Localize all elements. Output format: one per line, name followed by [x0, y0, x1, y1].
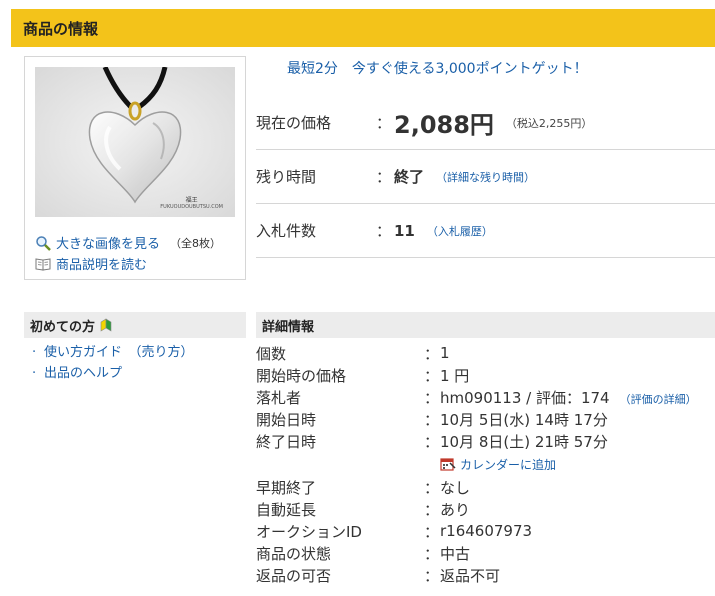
- add-to-calendar-link[interactable]: カレンダーに追加: [460, 456, 556, 473]
- colon: ：: [424, 522, 440, 541]
- detail-key: 開始日時: [256, 410, 317, 429]
- detail-value: 中古: [440, 544, 471, 563]
- bullet: ·: [32, 366, 37, 381]
- beginner-mark-icon: [100, 318, 112, 332]
- bid-count-row: 入札件数 ： 11 （入札履歴）: [256, 204, 715, 258]
- product-image[interactable]: 福王 FUKUOUDOUBUTSU.COM: [35, 65, 235, 217]
- winner-text[interactable]: hm090113 / 評価：174: [440, 389, 610, 407]
- detail-key: 開始時の価格: [256, 366, 347, 385]
- detail-header: 詳細情報: [256, 312, 715, 338]
- table-row: 開始日時 ： 10月 5日(水) 14時 17分: [256, 408, 715, 430]
- detail-value: 10月 5日(水) 14時 17分: [440, 410, 608, 429]
- detail-value: hm090113 / 評価：174 （評価の詳細）: [440, 387, 697, 408]
- detail-key: 早期終了: [256, 478, 317, 497]
- colon: ：: [376, 222, 392, 240]
- time-left-label: 残り時間: [256, 168, 317, 186]
- colon: ：: [424, 410, 440, 429]
- beginner-header: 初めての方: [24, 312, 246, 338]
- current-price-value: 2,088円: [394, 111, 494, 139]
- calendar-add-icon: [440, 458, 456, 471]
- table-row: オークションID ： r164607973: [256, 520, 715, 542]
- table-row: 自動延長 ： あり: [256, 498, 715, 520]
- promo-part2: 今すぐ使える3,000ポイントゲット！: [351, 61, 588, 77]
- colon: ：: [424, 432, 440, 451]
- large-image-link[interactable]: 大きな画像を見る: [56, 233, 160, 252]
- time-left-value: 終了: [394, 168, 425, 186]
- table-row: 早期終了 ： なし: [256, 476, 715, 498]
- detail-key: 自動延長: [256, 500, 317, 519]
- bid-history-link[interactable]: （入札履歴）: [427, 223, 493, 239]
- colon: ：: [424, 366, 440, 385]
- detail-value: 1 円: [440, 366, 470, 385]
- bid-count-value: 11: [394, 221, 415, 240]
- table-row: 返品の可否 ： 返品不可: [256, 564, 715, 586]
- colon: ：: [424, 566, 440, 585]
- colon: ：: [424, 544, 440, 563]
- colon: ：: [424, 500, 440, 519]
- bullet: ·: [32, 345, 37, 360]
- detail-key: 個数: [256, 344, 287, 363]
- detail-title: 詳細情報: [262, 319, 315, 335]
- list-item: · 出品のヘルプ: [32, 363, 194, 384]
- section-title: 商品の情報: [23, 19, 99, 38]
- detail-value: 10月 8日(土) 21時 57分: [440, 432, 608, 451]
- guide-link[interactable]: 使い方ガイド （売り方）: [44, 342, 194, 363]
- colon: ：: [376, 168, 392, 186]
- time-detail-link[interactable]: （詳細な残り時間）: [436, 169, 535, 185]
- description-link[interactable]: 商品説明を読む: [56, 254, 147, 273]
- promo-part1: 最短2分: [287, 61, 338, 77]
- image-count: （全8枚）: [170, 236, 222, 250]
- time-left-row: 残り時間 ： 終了 （詳細な残り時間）: [256, 150, 715, 204]
- table-row: 開始時の価格 ： 1 円: [256, 364, 715, 386]
- points-promo[interactable]: 最短2分 今すぐ使える3,000ポイントゲット！: [287, 58, 588, 78]
- detail-value: 1: [440, 344, 450, 362]
- colon: ：: [376, 114, 392, 132]
- detail-key: 落札者: [256, 388, 302, 407]
- current-price-row: 現在の価格 ： 2,088円 （税込2,255円）: [256, 96, 715, 150]
- detail-key: 返品の可否: [256, 566, 332, 585]
- detail-value: なし: [440, 478, 471, 497]
- description-row: 商品説明を読む: [35, 254, 147, 273]
- detail-value: r164607973: [440, 522, 533, 540]
- detail-value: 返品不可: [440, 566, 501, 585]
- image-panel: 福王 FUKUOUDOUBUTSU.COM 大きな画像を見る （全8枚） 商品説…: [24, 56, 246, 280]
- list-item: · 使い方ガイド （売り方）: [32, 342, 194, 363]
- tax-included-price: （税込2,255円）: [505, 116, 593, 130]
- book-icon: [35, 257, 51, 271]
- listing-help-link[interactable]: 出品のヘルプ: [44, 363, 122, 384]
- table-row: 個数 ： 1: [256, 342, 715, 364]
- table-row: 落札者 ： hm090113 / 評価：174 （評価の詳細）: [256, 386, 715, 408]
- rating-detail-link[interactable]: （評価の詳細）: [620, 393, 697, 406]
- beginner-links: · 使い方ガイド （売り方） · 出品のヘルプ: [32, 342, 194, 384]
- image-watermark: 福王 FUKUOUDOUBUTSU.COM: [160, 197, 223, 211]
- table-row: 商品の状態 ： 中古: [256, 542, 715, 564]
- colon: ：: [424, 344, 440, 363]
- detail-key: 終了日時: [256, 432, 317, 451]
- detail-key: オークションID: [256, 522, 362, 541]
- table-row: 終了日時 ： 10月 8日(土) 21時 57分: [256, 430, 715, 452]
- colon: ：: [424, 388, 440, 407]
- current-price-label: 現在の価格: [256, 114, 332, 132]
- detail-value: あり: [440, 500, 471, 519]
- magnifier-icon: [36, 235, 51, 251]
- colon: ：: [424, 478, 440, 497]
- beginner-title: 初めての方: [30, 319, 96, 335]
- heart-pendant-image: [35, 65, 235, 217]
- calendar-row: カレンダーに追加: [256, 452, 715, 476]
- detail-key: 商品の状態: [256, 544, 332, 563]
- bid-count-label: 入札件数: [256, 222, 317, 240]
- detail-table: 個数 ： 1 開始時の価格 ： 1 円 落札者 ： hm090113 / 評価：…: [256, 342, 715, 586]
- section-header: 商品の情報: [11, 9, 715, 47]
- large-image-row: 大きな画像を見る （全8枚）: [35, 233, 221, 252]
